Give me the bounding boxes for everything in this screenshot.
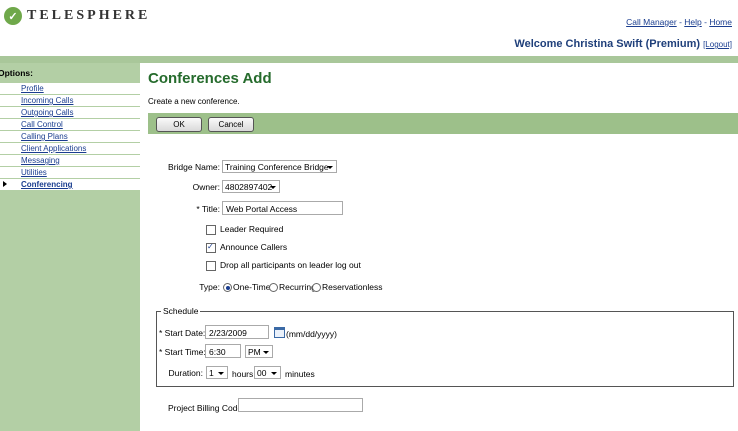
schedule-fieldset: Schedule * Start Date: 2/23/2009 (mm/dd/…: [156, 306, 734, 387]
sidebar-item-label[interactable]: Incoming Calls: [21, 96, 73, 105]
ok-button[interactable]: OK: [156, 117, 202, 132]
sidebar-item-label[interactable]: Client Applications: [21, 144, 86, 153]
sidebar-item-messaging[interactable]: Messaging: [0, 155, 140, 167]
home-link[interactable]: Home: [709, 17, 732, 27]
logout-link[interactable]: [Logout]: [703, 40, 732, 49]
duration-hours-select[interactable]: 1: [206, 366, 228, 379]
chevron-down-icon: [271, 372, 277, 375]
page-subtitle: Create a new conference.: [148, 97, 240, 106]
sidebar-item-label[interactable]: Profile: [21, 84, 44, 93]
sidebar-item-calling-plans[interactable]: Calling Plans: [0, 131, 140, 143]
type-option-label: Recurring: [279, 282, 316, 292]
hours-label: hours: [232, 369, 254, 379]
leader-required-label: Leader Required: [220, 224, 284, 234]
header-divider: [0, 56, 738, 63]
type-radio-recurring[interactable]: [269, 283, 278, 292]
leader-required-checkbox[interactable]: [206, 225, 216, 235]
sidebar-item-incoming-calls[interactable]: Incoming Calls: [0, 95, 140, 107]
sidebar-item-call-control[interactable]: Call Control: [0, 119, 140, 131]
schedule-legend: Schedule: [161, 306, 201, 316]
sidebar-item-label[interactable]: Call Control: [21, 120, 63, 129]
billing-code-input[interactable]: [238, 398, 363, 412]
header: ✓ TELESPHERE Call Manager - Help - Home …: [0, 0, 738, 56]
ampm-select[interactable]: PM: [245, 345, 273, 358]
start-date-input[interactable]: 2/23/2009: [205, 325, 269, 339]
sidebar-item-utilities[interactable]: Utilities: [0, 167, 140, 179]
duration-minutes-select[interactable]: 00: [254, 366, 281, 379]
main-content: Conferences Add Create a new conference.…: [140, 63, 738, 431]
chevron-down-icon: [270, 186, 276, 189]
welcome-text: Welcome Christina Swift (Premium): [514, 38, 701, 50]
page-title: Conferences Add: [148, 70, 272, 87]
sidebar: Options: Profile Incoming Calls Outgoing…: [0, 63, 140, 431]
announce-callers-checkbox[interactable]: [206, 242, 216, 253]
sidebar-item-conferencing[interactable]: Conferencing: [0, 179, 140, 191]
bridge-name-select[interactable]: Training Conference Bridge: [222, 160, 337, 173]
owner-label: Owner:: [192, 182, 220, 192]
sidebar-item-profile[interactable]: Profile: [0, 83, 140, 95]
sidebar-item-label[interactable]: Outgoing Calls: [21, 108, 73, 117]
active-arrow-icon: [3, 181, 7, 187]
logo-text: TELESPHERE: [27, 8, 151, 23]
top-links: Call Manager - Help - Home: [626, 17, 732, 27]
chevron-down-icon: [263, 351, 269, 354]
sidebar-item-label[interactable]: Calling Plans: [21, 132, 68, 141]
title-input[interactable]: Web Portal Access: [222, 201, 343, 215]
sidebar-item-outgoing-calls[interactable]: Outgoing Calls: [0, 107, 140, 119]
action-bar: OK Cancel: [148, 113, 738, 134]
call-manager-link[interactable]: Call Manager: [626, 17, 677, 27]
drop-all-label: Drop all participants on leader log out: [220, 260, 361, 270]
chevron-down-icon: [327, 166, 333, 169]
title-label: * Title:: [196, 204, 220, 214]
owner-select[interactable]: 4802897402: [222, 180, 280, 193]
type-radio-reservationless[interactable]: [312, 283, 321, 292]
bridge-name-label: Bridge Name:: [168, 162, 220, 172]
welcome-message: Welcome Christina Swift (Premium) [Logou…: [514, 38, 732, 50]
start-time-label: * Start Time:: [159, 347, 206, 357]
type-option-label: Reservationless: [322, 282, 383, 292]
owner-value: 4802897402: [225, 182, 273, 192]
date-format-hint: (mm/dd/yyyy): [286, 329, 337, 339]
duration-label: Duration:: [168, 368, 204, 378]
type-label: Type:: [199, 282, 220, 292]
type-radio-one-time[interactable]: [223, 283, 232, 292]
minutes-label: minutes: [285, 369, 315, 379]
ampm-value: PM: [248, 347, 261, 357]
cancel-button[interactable]: Cancel: [208, 117, 254, 132]
help-link[interactable]: Help: [684, 17, 701, 27]
type-option-label: One-Time: [233, 282, 271, 292]
calendar-icon[interactable]: [274, 327, 285, 338]
start-date-label: * Start Date:: [159, 328, 206, 338]
billing-code-label: Project Billing Code:: [168, 403, 245, 413]
telesphere-logo[interactable]: ✓ TELESPHERE: [4, 7, 150, 25]
start-time-input[interactable]: 6:30: [205, 344, 241, 358]
announce-callers-label: Announce Callers: [220, 242, 288, 252]
drop-all-checkbox[interactable]: [206, 261, 216, 271]
sidebar-item-label[interactable]: Messaging: [21, 156, 60, 165]
logo-icon: ✓: [4, 7, 22, 25]
chevron-down-icon: [218, 372, 224, 375]
sidebar-nav: Profile Incoming Calls Outgoing Calls Ca…: [0, 83, 140, 191]
duration-hours-value: 1: [209, 368, 214, 378]
duration-minutes-value: 00: [257, 368, 267, 378]
sidebar-title: Options:: [0, 68, 33, 78]
bridge-name-value: Training Conference Bridge: [225, 162, 329, 172]
sidebar-item-client-applications[interactable]: Client Applications: [0, 143, 140, 155]
sidebar-item-label[interactable]: Utilities: [21, 168, 47, 177]
sidebar-item-label[interactable]: Conferencing: [21, 180, 73, 189]
